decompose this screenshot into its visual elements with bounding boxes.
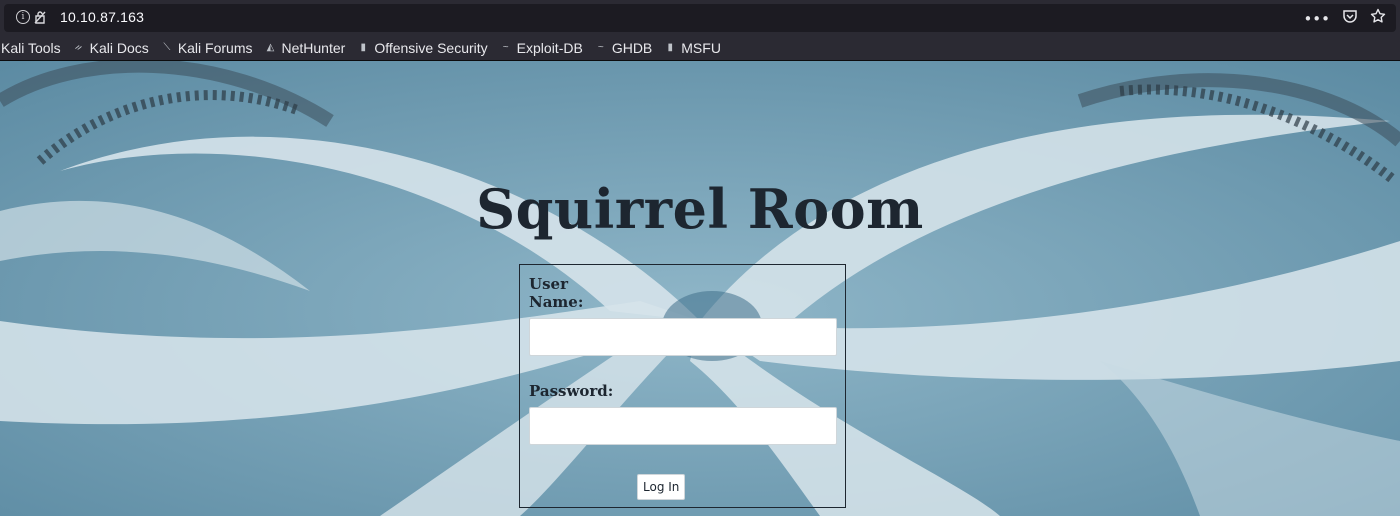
password-label: Password:	[529, 382, 614, 400]
bookmark-kali-tools[interactable]: Kali Tools	[0, 40, 67, 56]
info-icon[interactable]: i	[16, 10, 30, 24]
ghdb-icon: ~	[597, 42, 604, 53]
login-button[interactable]: Log In	[637, 474, 686, 500]
bookmark-label: Kali Tools	[1, 40, 61, 56]
bookmark-nethunter[interactable]: ◭ NetHunter	[265, 40, 352, 56]
page-title: Squirrel Room	[476, 177, 924, 241]
bookmark-kali-docs[interactable]: ᨀ Kali Docs	[73, 40, 155, 56]
bookmarks-toolbar: Kali Tools ᨀ Kali Docs ⟍ Kali Forums ◭ N…	[0, 36, 1400, 61]
nethunter-icon: ◭	[266, 42, 275, 53]
login-form: User Name: Password: Log In	[519, 264, 846, 508]
kali-docs-icon: ᨀ	[74, 42, 83, 53]
bookmark-label: MSFU	[681, 40, 721, 56]
bookmark-kali-forums[interactable]: ⟍ Kali Forums	[161, 40, 259, 56]
bookmark-label: Exploit-DB	[516, 40, 583, 56]
insecure-connection-icon[interactable]	[33, 10, 47, 24]
bookmark-label: Kali Forums	[177, 40, 253, 56]
bookmark-label: NetHunter	[281, 40, 346, 56]
browser-toolbar: i 10.10.87.163 •••	[0, 0, 1400, 36]
bookmark-label: Kali Docs	[89, 40, 149, 56]
url-text[interactable]: 10.10.87.163	[60, 9, 144, 25]
page-content: Squirrel Room User Name: Password: Log I…	[0, 61, 1400, 516]
bookmark-label: GHDB	[611, 40, 653, 56]
exploitdb-icon: ~	[502, 42, 509, 53]
kali-forums-icon: ⟍	[163, 42, 171, 53]
bookmark-label: Offensive Security	[374, 40, 488, 56]
pocket-icon[interactable]	[1342, 8, 1358, 29]
offsec-icon: ▮	[360, 42, 367, 53]
password-input[interactable]	[529, 407, 837, 445]
bookmark-exploit-db[interactable]: ~ Exploit-DB	[500, 40, 589, 56]
address-bar[interactable]: i 10.10.87.163 •••	[4, 4, 1396, 32]
bookmark-ghdb[interactable]: ~ GHDB	[595, 40, 658, 56]
username-input[interactable]	[529, 318, 837, 356]
bookmark-offensive-security[interactable]: ▮ Offensive Security	[357, 40, 493, 56]
username-label: User Name:	[529, 275, 584, 311]
msfu-icon: ▮	[667, 42, 674, 53]
bookmark-star-icon[interactable]	[1370, 8, 1386, 29]
more-actions-icon[interactable]: •••	[1303, 9, 1330, 29]
bookmark-msfu[interactable]: ▮ MSFU	[664, 40, 727, 56]
